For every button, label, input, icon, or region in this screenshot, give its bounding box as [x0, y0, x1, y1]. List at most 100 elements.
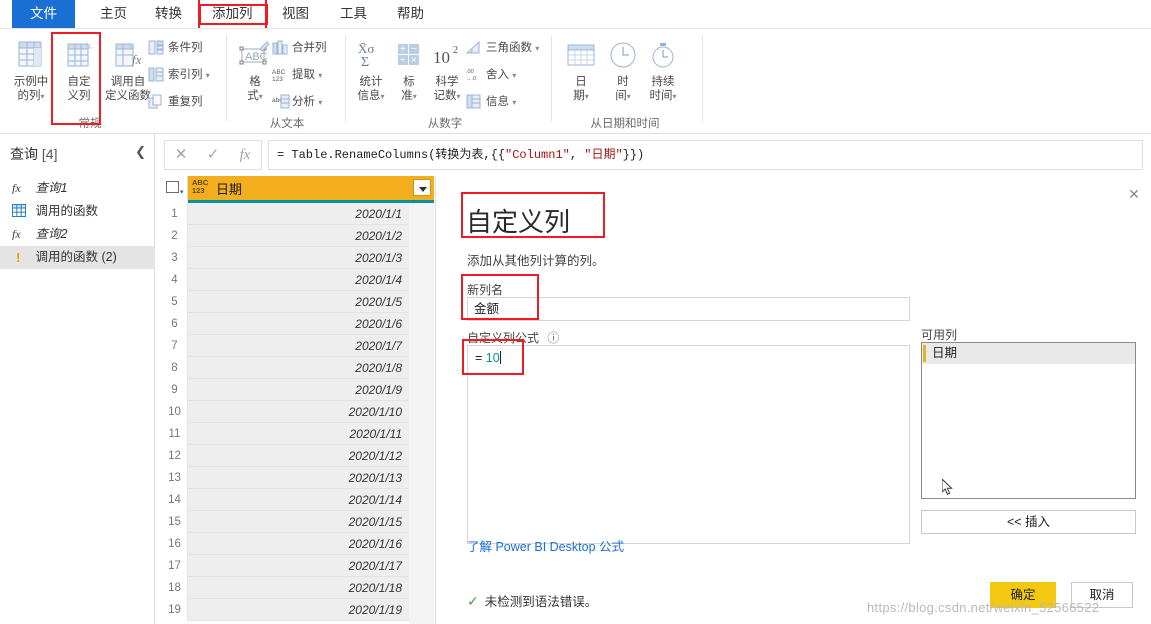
table-row[interactable]: 19 2020/1/19	[162, 599, 434, 621]
cell-date[interactable]: 2020/1/4	[188, 269, 409, 291]
chevron-down-icon[interactable]: ▾	[456, 92, 460, 101]
cell-date[interactable]: 2020/1/17	[188, 555, 409, 577]
query-item-query1[interactable]: fx 查询1	[0, 177, 155, 200]
table-row[interactable]: 1 2020/1/1	[162, 203, 434, 225]
query-item-invoked-function[interactable]: 调用的函数	[0, 200, 155, 223]
chevron-down-icon[interactable]: ▾	[627, 92, 631, 101]
tab-tools[interactable]: 工具	[328, 0, 379, 28]
formula-input[interactable]: = Table.RenameColumns(转换为表,{{"Column1", …	[268, 140, 1143, 170]
row-index: 12	[162, 445, 188, 467]
ribbon-button-duration[interactable]: 持续 时间▾	[640, 37, 686, 104]
cell-date[interactable]: 2020/1/6	[188, 313, 409, 335]
cell-date[interactable]: 2020/1/8	[188, 357, 409, 379]
ribbon-button-label2: 准	[401, 90, 413, 102]
chevron-down-icon[interactable]: ▾	[512, 71, 516, 80]
available-column-item[interactable]: 日期	[922, 343, 1135, 364]
ribbon-button-index-column[interactable]: 索引列 ▾	[148, 64, 210, 86]
info-icon[interactable]: ⓘ	[547, 329, 559, 346]
ribbon-button-information[interactable]: 信息 ▾	[466, 91, 516, 113]
cell-date[interactable]: 2020/1/2	[188, 225, 409, 247]
tab-file[interactable]: 文件	[12, 0, 75, 28]
ribbon-button-merge-columns[interactable]: 合并列	[272, 37, 327, 59]
cell-date[interactable]: 2020/1/19	[188, 599, 409, 621]
tab-view[interactable]: 视图	[270, 0, 321, 28]
table-row[interactable]: 14 2020/1/14	[162, 489, 434, 511]
ribbon-button-date[interactable]: 日 期▾	[558, 37, 604, 104]
table-row[interactable]: 17 2020/1/17	[162, 555, 434, 577]
chevron-down-icon[interactable]: ▾	[318, 98, 322, 107]
check-icon[interactable]: ✓	[197, 141, 229, 169]
cell-date[interactable]: 2020/1/11	[188, 423, 409, 445]
table-row[interactable]: 6 2020/1/6	[162, 313, 434, 335]
chevron-down-icon[interactable]: ▾	[585, 92, 589, 101]
table-row[interactable]: 10 2020/1/10	[162, 401, 434, 423]
cell-date[interactable]: 2020/1/16	[188, 533, 409, 555]
table-row[interactable]: 12 2020/1/12	[162, 445, 434, 467]
query-item-query2[interactable]: fx 查询2	[0, 223, 155, 246]
ribbon-button-scientific[interactable]: 10 2 科学 记数▾	[424, 37, 470, 104]
cell-date[interactable]: 2020/1/18	[188, 577, 409, 599]
cell-date[interactable]: 2020/1/5	[188, 291, 409, 313]
ribbon-button-rounding[interactable]: .00 →.0 舍入 ▾	[466, 64, 516, 86]
learn-formulas-link[interactable]: 了解 Power BI Desktop 公式	[467, 536, 624, 555]
table-row[interactable]: 11 2020/1/11	[162, 423, 434, 445]
grid-select-all-button[interactable]: ▾	[162, 176, 188, 200]
chevron-down-icon[interactable]: ▾	[413, 92, 417, 101]
table-row[interactable]: 2 2020/1/2	[162, 225, 434, 247]
cell-date[interactable]: 2020/1/10	[188, 401, 409, 423]
tab-help[interactable]: 帮助	[385, 0, 436, 28]
query-item-invoked-function-2[interactable]: ! 调用的函数 (2)	[0, 246, 155, 269]
cell-date[interactable]: 2020/1/13	[188, 467, 409, 489]
custom-formula-input[interactable]: = 10	[467, 345, 910, 544]
fx-icon[interactable]: fx	[229, 141, 261, 169]
ribbon-button-conditional-column[interactable]: 条件列	[148, 37, 203, 59]
highlight-add-column-tab	[199, 4, 268, 25]
mouse-cursor-icon	[942, 479, 953, 495]
chevron-down-icon[interactable]: ▾	[206, 71, 210, 80]
chevron-down-icon[interactable]: ▾	[512, 98, 516, 107]
close-icon[interactable]: ✕	[165, 141, 197, 169]
grid-column-header-date[interactable]: ABC 123 日期	[188, 176, 434, 200]
table-row[interactable]: 15 2020/1/15	[162, 511, 434, 533]
table-row[interactable]: 4 2020/1/4	[162, 269, 434, 291]
available-column-label: 日期	[932, 346, 958, 360]
chevron-down-icon[interactable]: ▾	[535, 44, 539, 53]
scientific-icon: 10 2	[424, 39, 470, 73]
ribbon-button-parse[interactable]: abc 分析 ▾	[272, 91, 322, 113]
ribbon-button-column-from-examples[interactable]: 示例中 的列▾	[8, 37, 54, 104]
rounding-icon: .00 →.0	[466, 67, 483, 83]
ribbon-button-duplicate-column[interactable]: 重复列	[148, 91, 203, 113]
table-row[interactable]: 7 2020/1/7	[162, 335, 434, 357]
syntax-status: ✓ 未检测到语法错误。	[467, 591, 597, 610]
close-icon[interactable]: ✕	[1125, 186, 1143, 204]
table-row[interactable]: 8 2020/1/8	[162, 357, 434, 379]
available-columns-list[interactable]: 日期	[921, 342, 1136, 499]
chevron-left-icon[interactable]: ❮	[135, 144, 146, 160]
tab-home[interactable]: 主页	[88, 0, 139, 28]
table-row[interactable]: 9 2020/1/9	[162, 379, 434, 401]
insert-column-button[interactable]: << 插入	[921, 510, 1136, 534]
cell-date[interactable]: 2020/1/14	[188, 489, 409, 511]
cell-date[interactable]: 2020/1/9	[188, 379, 409, 401]
chevron-down-icon[interactable]: ▾	[318, 71, 322, 80]
tab-transform[interactable]: 转换	[143, 0, 194, 28]
chevron-down-icon[interactable]: ▾	[40, 92, 44, 101]
svg-text:+: +	[400, 44, 406, 55]
ribbon-button-trigonometry[interactable]: 三角函数 ▾	[465, 37, 539, 59]
cell-date[interactable]: 2020/1/12	[188, 445, 409, 467]
cell-date[interactable]: 2020/1/15	[188, 511, 409, 533]
table-row[interactable]: 5 2020/1/5	[162, 291, 434, 313]
chevron-down-icon[interactable]: ▾	[380, 92, 384, 101]
table-row[interactable]: 13 2020/1/13	[162, 467, 434, 489]
cell-date[interactable]: 2020/1/3	[188, 247, 409, 269]
cell-date[interactable]: 2020/1/7	[188, 335, 409, 357]
table-row[interactable]: 3 2020/1/3	[162, 247, 434, 269]
ribbon-button-extract[interactable]: ABC 123 提取 ▾	[272, 64, 322, 86]
chevron-down-icon[interactable]: ▾	[180, 188, 184, 196]
chevron-down-icon[interactable]: ▾	[259, 92, 263, 101]
table-row[interactable]: 18 2020/1/18	[162, 577, 434, 599]
column-filter-dropdown[interactable]	[413, 179, 431, 196]
table-row[interactable]: 16 2020/1/16	[162, 533, 434, 555]
cell-date[interactable]: 2020/1/1	[188, 203, 409, 225]
chevron-down-icon[interactable]: ▾	[672, 92, 676, 101]
